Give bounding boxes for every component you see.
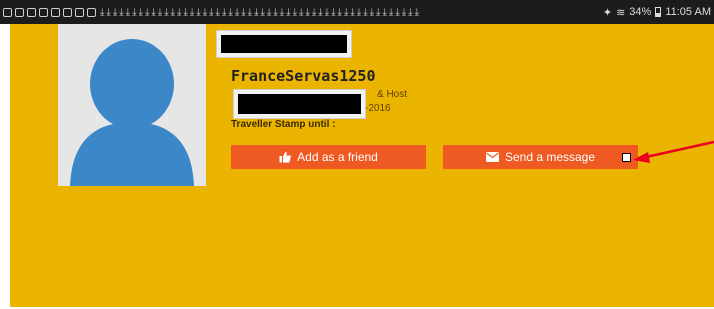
default-avatar-icon — [70, 39, 194, 186]
profile-username: FranceServas1250 — [231, 67, 376, 85]
thumbs-up-icon — [279, 151, 292, 163]
status-right: ✦ ≋ 34% 11:05 AM — [603, 6, 714, 19]
profile-panel: FranceServas1250 & Host c-2016 Traveller… — [10, 24, 714, 307]
profile-role: & Host — [377, 89, 408, 100]
add-friend-button[interactable]: Add as a friend — [231, 145, 426, 169]
signal-icon — [63, 7, 72, 17]
battery-percent: 34% — [629, 6, 652, 18]
wifi-icon: ≋ — [616, 6, 626, 19]
app-icon — [3, 7, 12, 17]
notification-icons — [0, 7, 96, 17]
app-icon — [15, 7, 24, 17]
redaction-box — [217, 31, 351, 57]
avatar[interactable] — [58, 24, 206, 186]
clock: 11:05 AM — [665, 6, 711, 18]
app-icon — [27, 7, 36, 17]
bluetooth-icon: ✦ — [602, 6, 613, 19]
envelope-icon — [485, 152, 499, 162]
shield-icon — [51, 7, 60, 17]
app-icon — [87, 7, 96, 17]
send-message-button[interactable]: Send a message — [443, 145, 638, 169]
android-status-bar: ⤓⤓⤓⤓⤓⤓⤓⤓⤓⤓⤓⤓⤓⤓⤓⤓⤓⤓⤓⤓⤓⤓⤓⤓⤓⤓⤓⤓⤓⤓⤓⤓⤓⤓⤓⤓⤓⤓⤓⤓… — [0, 0, 714, 24]
add-friend-label: Add as a friend — [297, 150, 378, 164]
shield-icon — [39, 7, 48, 17]
redaction-box — [234, 90, 365, 118]
traveller-stamp-label: Traveller Stamp until : — [231, 119, 336, 130]
battery-icon — [655, 7, 662, 17]
send-message-label: Send a message — [504, 150, 596, 164]
image-icon — [75, 7, 84, 17]
highlight-marker — [622, 153, 631, 162]
download-icons-row: ⤓⤓⤓⤓⤓⤓⤓⤓⤓⤓⤓⤓⤓⤓⤓⤓⤓⤓⤓⤓⤓⤓⤓⤓⤓⤓⤓⤓⤓⤓⤓⤓⤓⤓⤓⤓⤓⤓⤓⤓… — [100, 6, 421, 18]
